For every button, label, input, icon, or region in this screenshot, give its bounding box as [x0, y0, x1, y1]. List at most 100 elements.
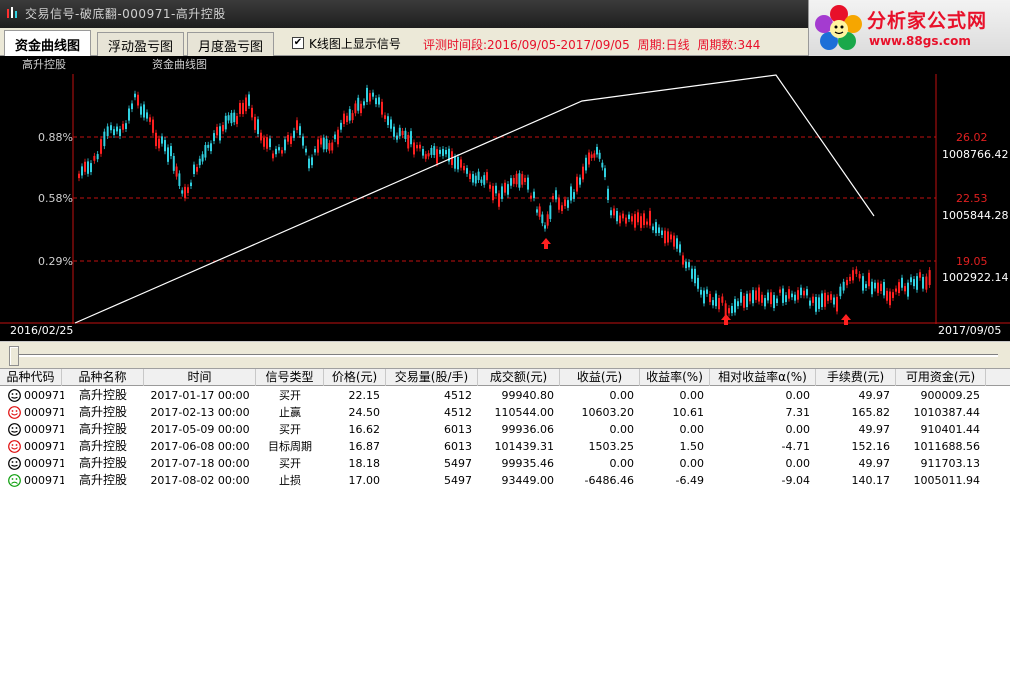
- tab-fund-curve[interactable]: 资金曲线图: [4, 30, 92, 56]
- candle-body: [661, 230, 663, 235]
- column-header-time[interactable]: 时间: [144, 369, 256, 386]
- candle-body: [257, 119, 259, 134]
- candle-body: [175, 166, 178, 177]
- column-header-alpha[interactable]: 相对收益率α(%): [710, 369, 816, 386]
- window-title: 交易信号-破底翻-000971-高升控股: [25, 7, 226, 21]
- eval-cycle: 周期:日线: [637, 38, 690, 52]
- show-signals-checkbox[interactable]: ✔: [292, 37, 304, 49]
- candle-body: [646, 221, 648, 225]
- cell-available-fund: 910401.44: [920, 423, 981, 436]
- candle-body: [530, 195, 532, 199]
- table-row[interactable]: 000971 高升控股 2017-01-17 00:00 买开 22.15 4512 999…: [0, 387, 1010, 404]
- candle-body: [800, 287, 802, 296]
- candle-body: [721, 296, 724, 303]
- column-header-price[interactable]: 价格(元): [324, 369, 386, 386]
- tab-monthly-pnl[interactable]: 月度盈亏图: [187, 32, 275, 56]
- fund-tick-2: 1005844.28: [942, 209, 1009, 222]
- candle-body: [369, 93, 371, 102]
- tab-floating-pnl[interactable]: 浮动盈亏图: [97, 32, 185, 56]
- column-header-code[interactable]: 品种代码: [0, 369, 62, 386]
- cell-fee: 49.97: [858, 389, 891, 402]
- candle-body: [518, 173, 521, 188]
- candle-body: [925, 276, 928, 290]
- time-scrollbar[interactable]: [0, 341, 1010, 368]
- column-header-signal-type[interactable]: 信号类型: [256, 369, 324, 386]
- cell-available-fund: 1010387.44: [913, 406, 980, 419]
- brand-logo: 分析家公式网 www.88gs.com: [808, 0, 1010, 56]
- candle-body: [767, 292, 769, 301]
- candle-body: [275, 148, 277, 155]
- column-header-amount[interactable]: 成交额(元): [478, 369, 560, 386]
- cell-return-rate: -6.49: [675, 474, 704, 487]
- column-header-profit[interactable]: 收益(元): [560, 369, 640, 386]
- table-row[interactable]: 000971 高升控股 2017-06-08 00:00 目标周期 16.87 6013 1…: [0, 438, 1010, 455]
- candle-body: [779, 289, 781, 293]
- happy-face-icon: [8, 406, 21, 419]
- candle-body: [706, 289, 708, 294]
- table-row[interactable]: 000971 高升控股 2017-02-13 00:00 止赢 24.50 4512 110…: [0, 404, 1010, 421]
- flower-logo-icon: [815, 5, 862, 50]
- candle-body: [573, 192, 575, 199]
- scrollbar-track[interactable]: [18, 354, 998, 357]
- cell-profit: -6486.46: [584, 474, 634, 487]
- candle-body: [119, 128, 121, 137]
- candle-body: [628, 214, 630, 220]
- cell-signal-type: 买开: [279, 457, 301, 470]
- candle-body: [916, 276, 918, 290]
- cell-profit: 0.00: [609, 389, 635, 402]
- candle-body: [749, 293, 751, 302]
- candle-body: [874, 282, 876, 289]
- candle-body: [103, 131, 106, 147]
- scrollbar-thumb[interactable]: [9, 346, 19, 366]
- candle-body: [694, 268, 696, 284]
- candle-body: [272, 153, 274, 159]
- table-header: 品种代码 品种名称 时间 信号类型 价格(元) 交易量(股/手) 成交额(元) 收益(元) 收益…: [0, 369, 1010, 386]
- candle-body: [658, 227, 660, 233]
- column-header-fee[interactable]: 手续费(元): [816, 369, 896, 386]
- candle-body: [196, 166, 198, 172]
- table-row[interactable]: 000971 高升控股 2017-05-09 00:00 买开 16.62 6013 999…: [0, 421, 1010, 438]
- candle-body: [260, 132, 262, 141]
- candle-body: [302, 136, 304, 146]
- candle-body: [538, 206, 541, 217]
- candle-body: [474, 175, 477, 184]
- candle-body: [266, 137, 268, 149]
- candle-body: [222, 125, 224, 132]
- candle-body: [454, 156, 456, 169]
- candle-body: [515, 173, 518, 185]
- candle-body: [788, 289, 790, 299]
- candle-body: [422, 149, 424, 156]
- cell-signal-type: 止赢: [279, 406, 301, 419]
- candle-body: [483, 175, 486, 185]
- column-header-return-rate[interactable]: 收益率(%): [640, 369, 710, 386]
- column-header-name[interactable]: 品种名称: [62, 369, 144, 386]
- candle-body: [113, 129, 115, 136]
- candle-body: [366, 87, 368, 102]
- candle-body: [293, 130, 295, 138]
- candle-body: [184, 186, 186, 199]
- brand-url[interactable]: www.88gs.com: [869, 34, 971, 48]
- candle-body: [640, 216, 642, 228]
- candle-body: [824, 292, 826, 307]
- candle-body: [685, 261, 687, 269]
- table-row[interactable]: 000971 高升控股 2017-08-02 00:00 止损 17.00 5497 934…: [0, 472, 1010, 489]
- candle-body: [913, 279, 915, 287]
- candle-body: [855, 269, 858, 274]
- candle-body: [919, 272, 921, 278]
- candle-body: [555, 190, 557, 200]
- candle-body: [137, 94, 139, 106]
- candle-body: [436, 149, 438, 164]
- candle-body: [87, 161, 89, 174]
- column-header-available-fund[interactable]: 可用资金(元): [896, 369, 986, 386]
- candle-body: [922, 276, 924, 289]
- show-signals-option[interactable]: ✔ K线图上显示信号: [292, 35, 401, 51]
- price-tick-2: 22.53: [956, 192, 988, 205]
- candle-body: [128, 108, 130, 121]
- fund-curve-chart[interactable]: 高升控股 资金曲线图 0.88% 0.58% 0.29% 26.02 22.53…: [0, 56, 1010, 341]
- show-signals-label: K线图上显示信号: [309, 36, 401, 51]
- column-header-volume[interactable]: 交易量(股/手): [386, 369, 478, 386]
- cell-alpha: -4.71: [781, 440, 810, 453]
- table-row[interactable]: 000971 高升控股 2017-07-18 00:00 买开 18.18 5497 999…: [0, 455, 1010, 472]
- cell-amount: 101439.31: [494, 440, 555, 453]
- candle-body: [322, 137, 325, 150]
